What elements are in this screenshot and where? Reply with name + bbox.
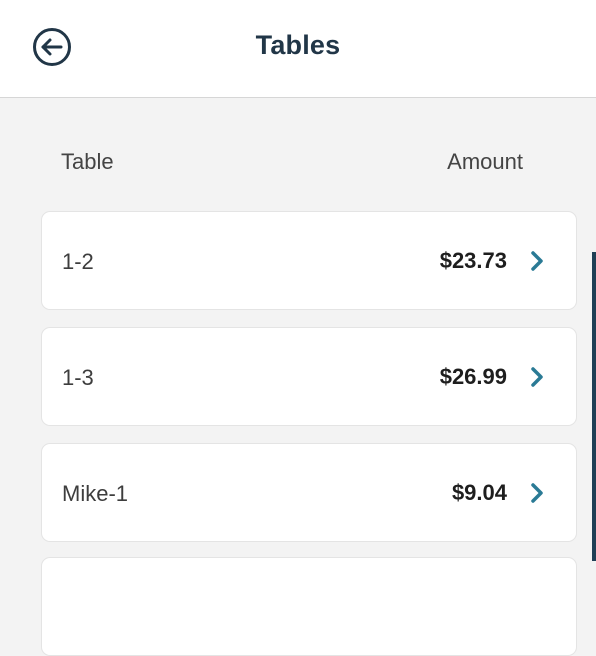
column-header-table: Table xyxy=(61,149,114,174)
table-amount: $26.99 xyxy=(439,364,507,389)
chevron-right-icon xyxy=(530,482,544,504)
scrollbar[interactable] xyxy=(592,252,596,561)
column-header-amount: Amount xyxy=(447,149,523,174)
table-row[interactable]: 1-3 $26.99 xyxy=(41,327,577,426)
table-row[interactable]: Mike-1 $9.04 xyxy=(41,443,577,542)
app-header: Tables xyxy=(0,0,596,98)
chevron-right-icon xyxy=(530,250,544,272)
table-name: 1-3 xyxy=(62,365,94,390)
chevron-right-icon xyxy=(530,366,544,388)
table-amount: $9.04 xyxy=(451,480,507,505)
table-amount: $23.73 xyxy=(439,248,507,273)
page-title: Tables xyxy=(255,30,341,60)
table-name: Mike-1 xyxy=(62,481,129,506)
table-row[interactable]: 1-2 $23.73 xyxy=(41,211,577,310)
table-name: 1-2 xyxy=(62,249,94,274)
table-row-partial[interactable] xyxy=(41,557,577,656)
